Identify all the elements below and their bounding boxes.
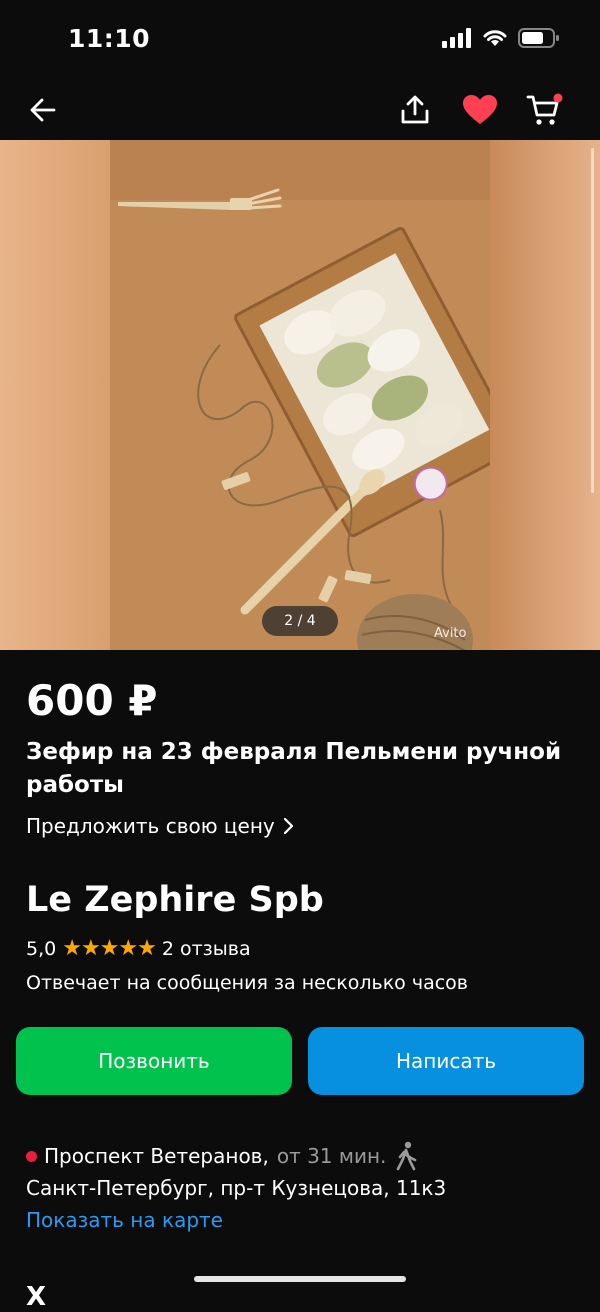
metro-line-icon bbox=[26, 1150, 37, 1162]
gallery-blur-right bbox=[490, 140, 600, 650]
metro-row: Проспект Ветеранов, от 31 мин. bbox=[26, 1140, 586, 1172]
cart-icon bbox=[526, 93, 563, 125]
status-time: 11:10 bbox=[68, 24, 151, 53]
metro-station: Проспект Ветеранов, bbox=[44, 1144, 269, 1168]
rating-value: 5,0 bbox=[26, 937, 57, 960]
status-icons bbox=[442, 28, 560, 48]
seller-name[interactable]: Le Zephire Spb bbox=[26, 880, 324, 920]
image-counter: 2 / 4 bbox=[262, 606, 338, 636]
arrow-left-icon bbox=[30, 98, 56, 122]
chevron-right-icon bbox=[283, 817, 293, 835]
wifi-icon bbox=[483, 30, 507, 46]
seller-rating[interactable]: 5,0 ★★★★★ 2 отзыва bbox=[26, 936, 251, 961]
product-photo bbox=[110, 140, 490, 650]
battery-icon bbox=[518, 28, 559, 48]
response-time: Отвечает на сообщения за несколько часов bbox=[26, 972, 468, 994]
back-button[interactable] bbox=[18, 85, 68, 135]
location-block: Проспект Ветеранов, от 31 мин. Санкт-Пет… bbox=[26, 1140, 586, 1236]
status-bar: 11:10 bbox=[0, 0, 600, 80]
street-address: Санкт-Петербург, пр-т Кузнецова, 11к3 bbox=[26, 1176, 447, 1200]
walk-time: от 31 мин. bbox=[276, 1144, 387, 1168]
listing-title: Зефир на 23 февраля Пельмени ручной рабо… bbox=[26, 739, 562, 798]
photo-gallery[interactable]: 2 / 4 Avito bbox=[0, 140, 600, 650]
walking-icon bbox=[397, 1141, 417, 1171]
call-button[interactable]: Позвонить bbox=[16, 1027, 292, 1095]
show-on-map-link[interactable]: Показать на карте bbox=[26, 1204, 586, 1236]
share-icon bbox=[401, 95, 429, 124]
next-section-heading: Х bbox=[26, 1282, 47, 1312]
offer-price-link[interactable]: Предложить свою цену bbox=[26, 814, 295, 838]
gallery-blur-left bbox=[0, 140, 110, 650]
home-indicator[interactable] bbox=[194, 1276, 406, 1282]
reviews-count: 2 отзыва bbox=[161, 937, 251, 960]
gallery-scrollbar[interactable] bbox=[591, 148, 594, 493]
offer-price-label: Предложить свою цену bbox=[26, 814, 275, 838]
heart-icon bbox=[463, 95, 497, 124]
share-button[interactable] bbox=[390, 85, 440, 135]
favorite-button[interactable] bbox=[455, 85, 505, 135]
cart-button[interactable] bbox=[520, 85, 570, 135]
avito-watermark: Avito bbox=[434, 626, 467, 641]
listing-price: 600 ₽ bbox=[26, 676, 158, 725]
signal-icon bbox=[442, 28, 471, 48]
message-button[interactable]: Написать bbox=[308, 1027, 584, 1095]
rating-stars-icon: ★★★★★ bbox=[62, 936, 157, 961]
nav-bar bbox=[0, 80, 600, 140]
